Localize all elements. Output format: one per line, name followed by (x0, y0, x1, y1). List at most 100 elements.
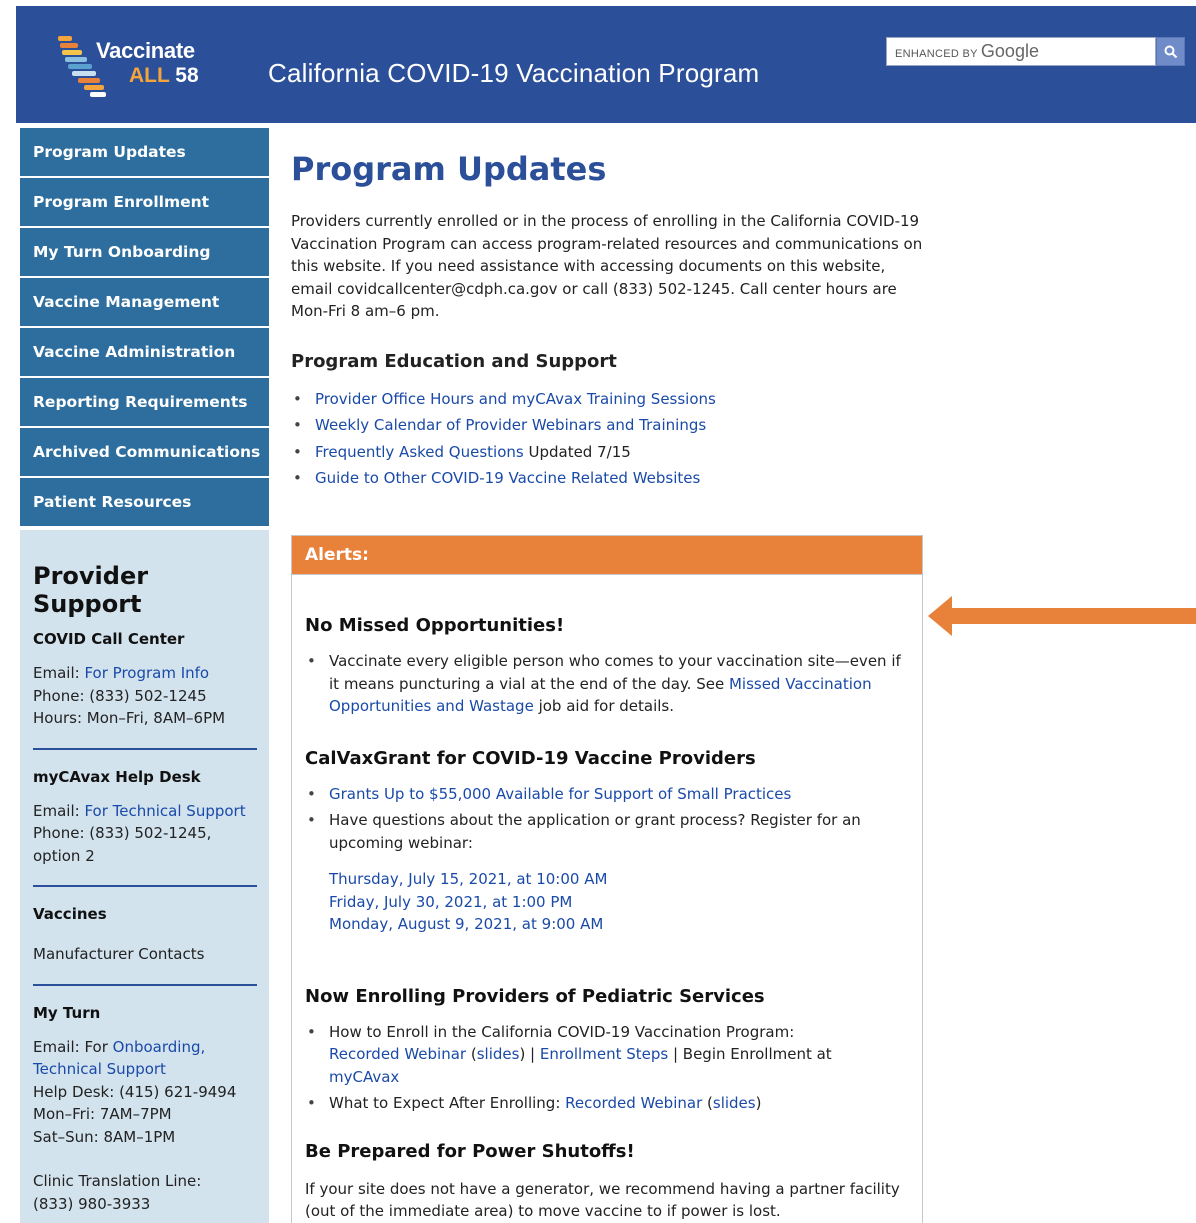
call-center-phone: Phone: (833) 502-1245 (33, 686, 207, 705)
nav-item-reporting-requirements[interactable]: Reporting Requirements (20, 378, 269, 428)
email-prefix: Email: For (33, 1037, 113, 1056)
logo-text-58: 58 (169, 64, 199, 87)
my-turn-heading: My Turn (33, 1003, 101, 1022)
list-item: Guide to Other COVID-19 Vaccine Related … (291, 465, 931, 492)
grant-question: Have questions about the application or … (329, 811, 861, 852)
missed-text-2: job aid for details. (533, 697, 674, 715)
program-info-link[interactable]: For Program Info (84, 664, 209, 682)
call-center-email: Email: For Program Info (33, 662, 256, 685)
help-desk-email: Email: For Technical Support (33, 800, 256, 823)
webinar-date-link[interactable]: Thursday, July 15, 2021, at 10:00 AM (329, 870, 607, 888)
nav-item-vaccine-management[interactable]: Vaccine Management (20, 278, 269, 328)
call-center-hours: Hours: Mon–Fri, 8AM–6PM (33, 709, 226, 727)
orange-arrow-annotation (928, 596, 1196, 636)
alerts-box: Alerts: No Missed Opportunities! Vaccina… (291, 535, 923, 1223)
calvaxgrant-heading: CalVaxGrant for COVID-19 Vaccine Provide… (305, 747, 756, 769)
alerts-header: Alerts: (292, 536, 922, 575)
faq-link[interactable]: Frequently Asked Questions (315, 443, 524, 461)
nav-item-program-updates[interactable]: Program Updates (20, 128, 269, 178)
my-turn-weekend-hours: Sat–Sun: 8AM–1PM (33, 1127, 176, 1146)
logo-text-vaccinate: Vaccinate (96, 38, 195, 63)
faq-updated-note: Updated 7/15 (523, 442, 631, 461)
calvaxgrant-list: Grants Up to $55,000 Available for Suppo… (305, 783, 905, 855)
nav-item-archived-communications[interactable]: Archived Communications (20, 428, 269, 478)
list-item: Vaccinate every eligible person who come… (305, 650, 905, 718)
nav-item-vaccine-administration[interactable]: Vaccine Administration (20, 328, 269, 378)
power-shutoffs-text: If your site does not have a generator, … (305, 1179, 900, 1221)
technical-support-link[interactable]: For Technical Support (84, 802, 245, 820)
my-turn-weekday-hours: Mon–Fri: 7AM–7PM (33, 1105, 172, 1123)
intro-paragraph: Providers currently enrolled or in the p… (291, 212, 923, 320)
help-desk-heading: myCAvax Help Desk (33, 767, 201, 786)
nav-item-my-turn-onboarding[interactable]: My Turn Onboarding (20, 228, 269, 278)
vaccinate-all-58-logo[interactable]: Vaccinate ALL 58 (56, 32, 206, 102)
logo-stripe (60, 43, 78, 48)
list-item: Have questions about the application or … (305, 809, 905, 854)
provider-support-title: Provider Support (33, 562, 149, 618)
my-turn-email: Email: For Onboarding, (33, 1036, 256, 1059)
divider (33, 885, 257, 887)
logo-stripe (84, 85, 104, 90)
webinar-date-link[interactable]: Friday, July 30, 2021, at 1:00 PM (329, 893, 572, 911)
pediatric-list: How to Enroll in the California COVID-19… (305, 1021, 905, 1115)
list-item: Frequently Asked Questions Updated 7/15 (291, 439, 931, 466)
pediatric-item1-text: How to Enroll in the California COVID-19… (329, 1022, 795, 1041)
webinar-date-link[interactable]: Monday, August 9, 2021, at 9:00 AM (329, 915, 603, 933)
nav-item-program-enrollment[interactable]: Program Enrollment (20, 178, 269, 228)
manufacturer-contacts-link[interactable]: Manufacturer Contacts (33, 945, 204, 963)
site-title: California COVID-19 Vaccination Program (268, 58, 760, 88)
page-title: Program Updates (291, 150, 607, 188)
pediatric-item2-text: What to Expect After Enrolling: (329, 1094, 566, 1112)
enrollment-steps-link[interactable]: Enrollment Steps (540, 1045, 668, 1063)
google-wordmark: Google (980, 41, 1039, 61)
power-shutoffs-heading: Be Prepared for Power Shutoffs! (305, 1140, 635, 1162)
missed-opportunities-list: Vaccinate every eligible person who come… (305, 650, 905, 718)
divider (33, 983, 257, 986)
vaccines-heading: Vaccines (33, 905, 107, 923)
logo-stripe (68, 64, 92, 69)
education-links-list: Provider Office Hours and myCAvax Traini… (291, 386, 931, 492)
logo-stripe (58, 36, 72, 41)
recorded-webinar-link[interactable]: Recorded Webinar (329, 1045, 466, 1063)
pediatric-heading: Now Enrolling Providers of Pediatric Ser… (305, 985, 765, 1007)
guide-websites-link[interactable]: Guide to Other COVID-19 Vaccine Related … (315, 469, 700, 487)
my-turn-technical-support-link[interactable]: Technical Support (33, 1060, 166, 1078)
weekly-calendar-link[interactable]: Weekly Calendar of Provider Webinars and… (315, 416, 706, 434)
translation-line-label: Clinic Translation Line: (33, 1172, 202, 1190)
sidebar-nav: Program Updates Program Enrollment My Tu… (20, 128, 269, 528)
logo-text-all58: ALL 58 (129, 64, 199, 88)
slides-link[interactable]: slides (713, 1094, 756, 1112)
email-prefix: Email: (33, 801, 85, 820)
nav-item-patient-resources[interactable]: Patient Resources (20, 478, 269, 528)
logo-stripe (78, 78, 100, 83)
email-prefix: Email: (33, 664, 85, 682)
education-heading: Program Education and Support (291, 350, 617, 372)
missed-opportunities-heading: No Missed Opportunities! (305, 615, 565, 636)
list-item: Grants Up to $55,000 Available for Suppo… (305, 783, 905, 806)
search-brand: ENHANCED BY Google (895, 41, 1039, 62)
list-item: Weekly Calendar of Provider Webinars and… (291, 412, 931, 439)
grants-link[interactable]: Grants Up to $55,000 Available for Suppo… (329, 785, 791, 803)
office-hours-link[interactable]: Provider Office Hours and myCAvax Traini… (315, 390, 716, 408)
my-turn-help-desk: Help Desk: (415) 621-9494 (33, 1082, 237, 1101)
search-box[interactable]: ENHANCED BY Google (886, 37, 1156, 66)
begin-enrollment-text: | Begin Enrollment at (668, 1045, 832, 1063)
translation-line-phone: (833) 980-3933 (33, 1194, 151, 1213)
mycavax-link[interactable]: myCAvax (329, 1068, 399, 1086)
logo-stripe (72, 71, 96, 76)
logo-stripe (90, 92, 106, 97)
search-button[interactable] (1156, 37, 1185, 66)
call-center-heading: COVID Call Center (33, 630, 185, 648)
logo-text-all: ALL (129, 64, 170, 87)
list-item: How to Enroll in the California COVID-19… (305, 1021, 905, 1089)
onboarding-link[interactable]: Onboarding, (113, 1038, 206, 1056)
help-desk-option: option 2 (33, 846, 95, 865)
list-item: Provider Office Hours and myCAvax Traini… (291, 386, 931, 413)
help-desk-phone: Phone: (833) 502-1245, (33, 824, 212, 842)
recorded-webinar-link[interactable]: Recorded Webinar (565, 1094, 702, 1112)
search-brand-prefix: ENHANCED BY (895, 48, 981, 60)
logo-stripe (62, 50, 82, 55)
main-content: Program Updates Providers currently enro… (291, 150, 931, 492)
divider (33, 747, 257, 750)
slides-link[interactable]: slides (477, 1045, 520, 1063)
